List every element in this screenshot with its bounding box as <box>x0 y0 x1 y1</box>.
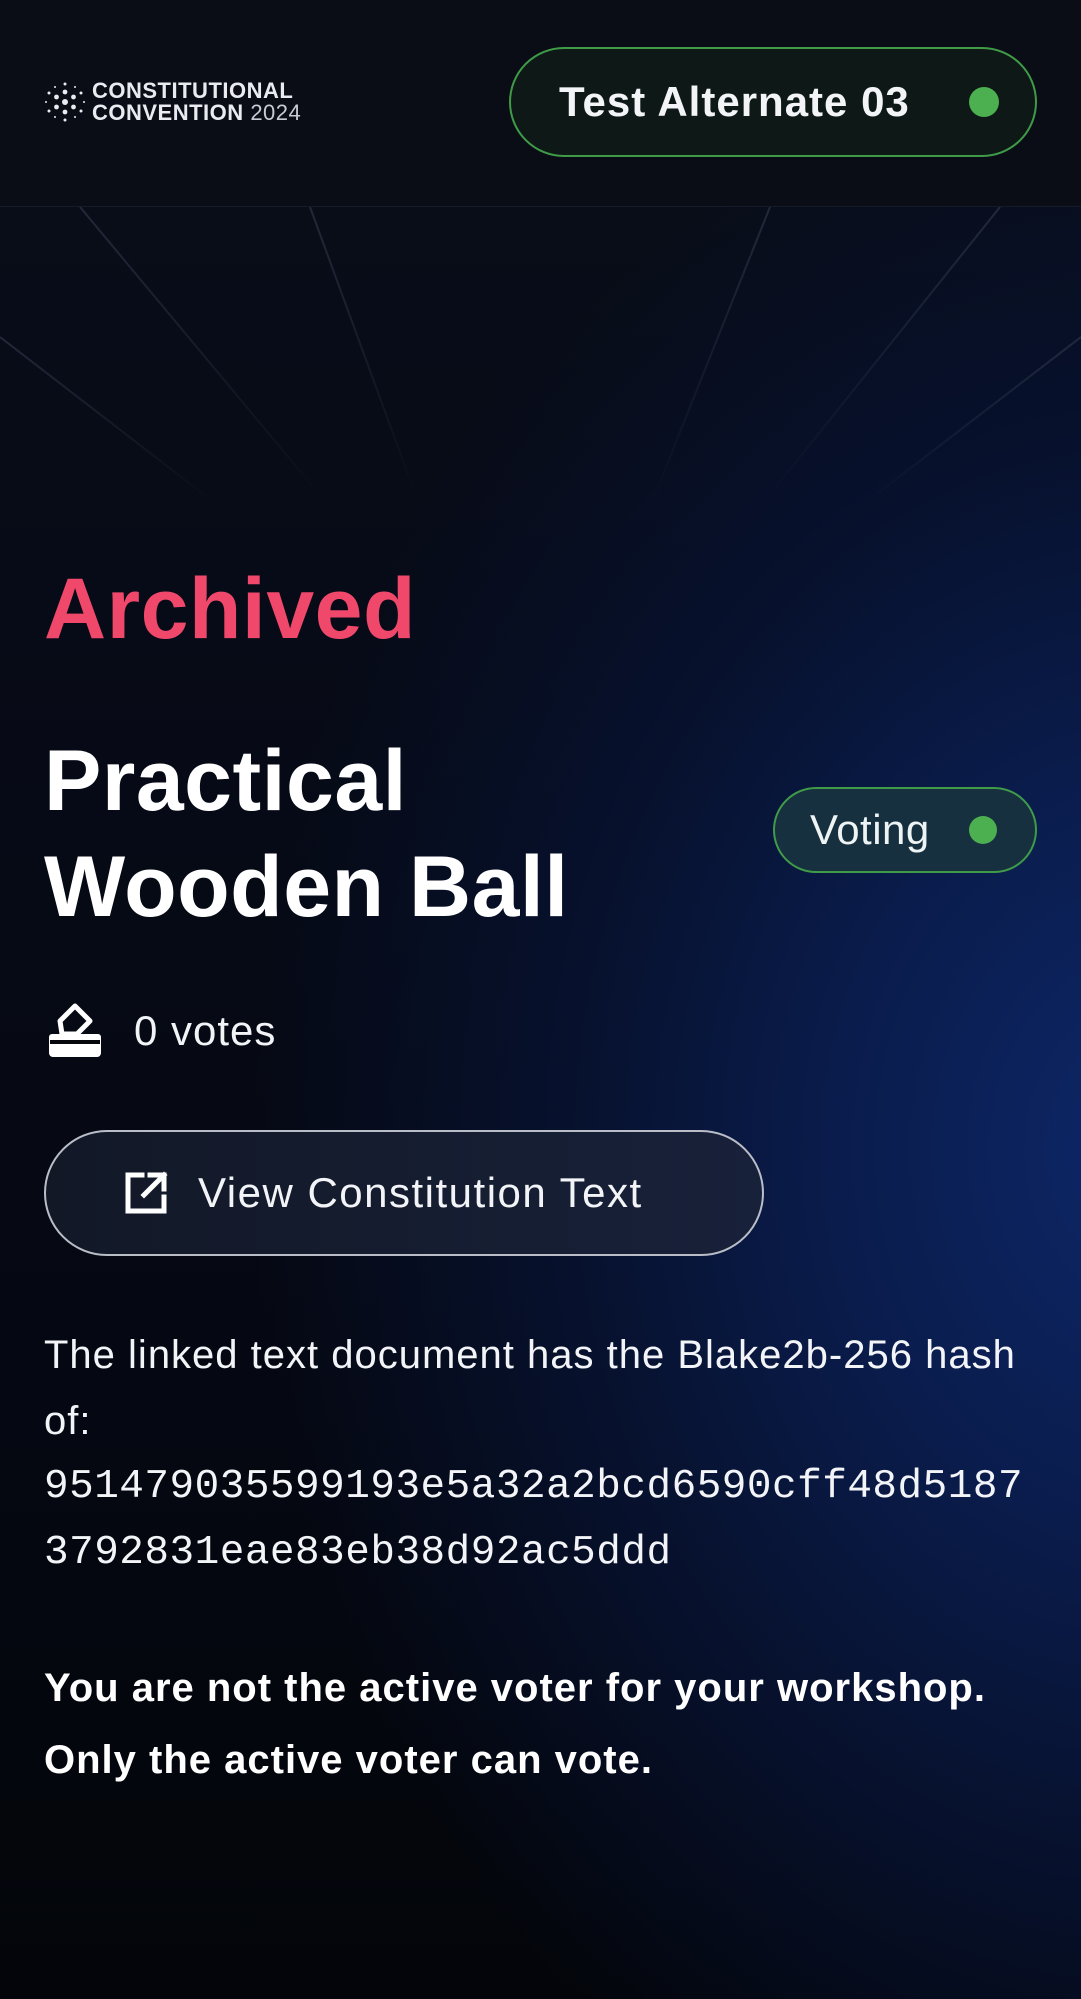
proposal-title: Practical Wooden Ball <box>44 733 569 935</box>
user-account-button[interactable]: Test Alternate 03 <box>509 47 1037 157</box>
perspective-grid-decoration <box>0 207 1081 507</box>
logo-wordmark: CONSTITUTIONAL CONVENTION 2024 <box>92 80 301 124</box>
view-constitution-text-label: View Constitution Text <box>198 1169 643 1216</box>
proposal-status: Archived <box>44 561 417 657</box>
phase-badge: Voting <box>773 787 1037 873</box>
logo-convention: CONVENTION <box>92 100 244 125</box>
status-dot-icon <box>969 87 999 117</box>
voter-notice: You are not the active voter for your wo… <box>44 1666 986 1782</box>
top-header: CONSTITUTIONAL CONVENTION 2024 Test Alte… <box>0 0 1081 207</box>
convention-logo[interactable]: CONSTITUTIONAL CONVENTION 2024 <box>44 80 301 124</box>
ballot-box-icon <box>49 1003 101 1057</box>
view-constitution-text-button[interactable]: View Constitution Text <box>44 1130 764 1256</box>
logo-year: 2024 <box>250 100 302 125</box>
cardano-logo-icon <box>45 82 85 122</box>
page: CONSTITUTIONAL CONVENTION 2024 Test Alte… <box>0 0 1081 1999</box>
user-name: Test Alternate 03 <box>559 78 910 125</box>
vote-count: 0 votes <box>44 1000 276 1062</box>
logo-line1: CONSTITUTIONAL <box>92 78 294 103</box>
hash-intro: The linked text document has the Blake2b… <box>44 1333 1016 1443</box>
hash-value: 951479035599193e5a32a2bcd6590cff48d51873… <box>44 1464 1024 1576</box>
logo-line2: CONVENTION 2024 <box>92 102 301 124</box>
hash-description: The linked text document has the Blake2b… <box>44 1322 1044 1586</box>
status-dot-icon <box>969 816 997 844</box>
phase-badge-label: Voting <box>810 806 930 853</box>
external-link-icon <box>125 1171 168 1214</box>
vote-count-label: 0 votes <box>134 1007 277 1054</box>
